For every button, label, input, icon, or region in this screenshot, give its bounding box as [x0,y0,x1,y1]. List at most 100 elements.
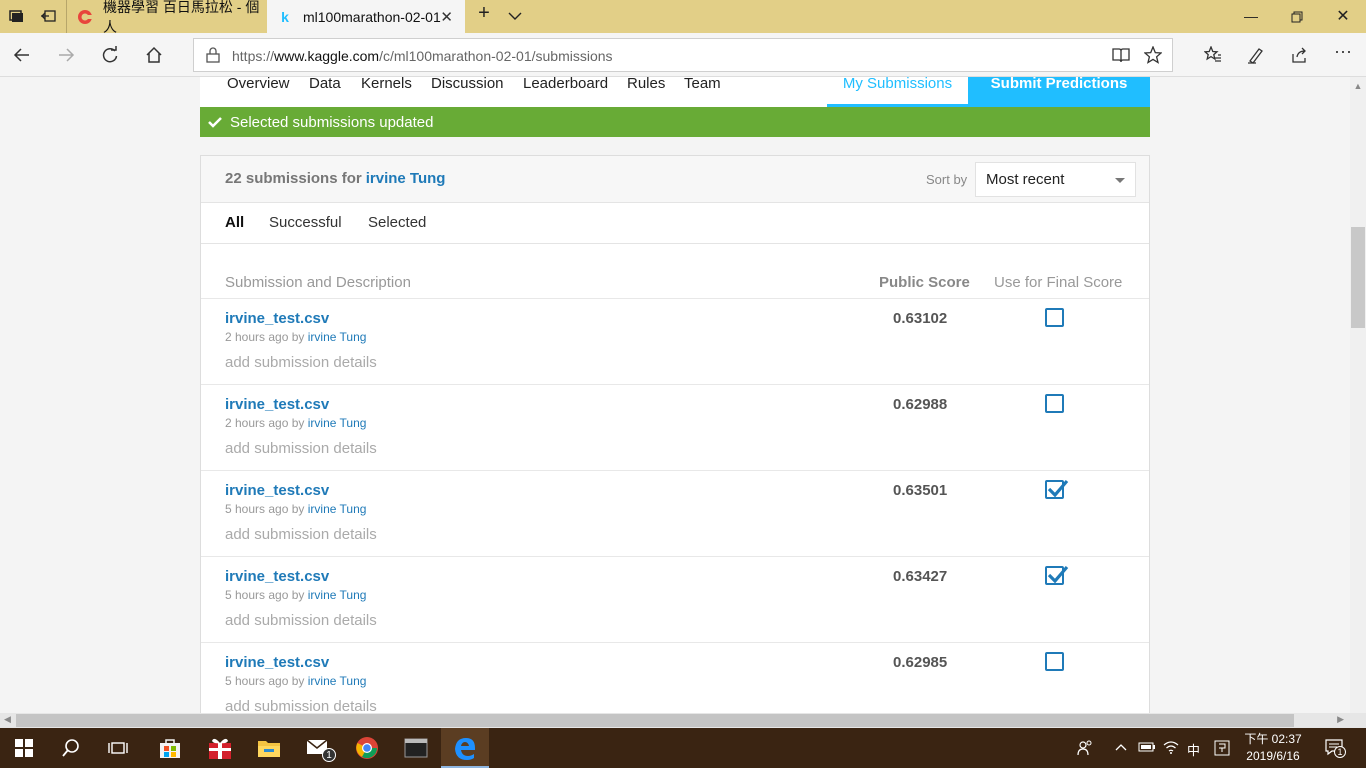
tab-my-submissions[interactable]: My Submissions [827,77,968,107]
close-tab-icon[interactable]: ✕ [440,8,453,26]
mail-badge: 1 [322,748,336,762]
submission-row: irvine_test.csv 2 hours ago by irvine Tun… [201,299,1149,385]
col-public-score[interactable]: Public Score [879,274,970,291]
public-score: 0.63102 [893,310,948,327]
tab-label: 機器學習 百日馬拉松 - 個人 [103,0,260,35]
people-icon[interactable] [1077,740,1093,759]
mail-icon[interactable]: 1 [306,736,336,762]
more-options-icon[interactable]: ··· [1331,42,1355,67]
submission-meta: 2 hours ago by irvine Tung [225,330,367,344]
submission-file-link[interactable]: irvine_test.csv [225,654,329,671]
terminal-icon[interactable] [404,736,428,760]
reading-view-icon[interactable] [1112,46,1130,64]
restore-icon[interactable] [1274,0,1320,33]
nav-discussion[interactable]: Discussion [431,77,504,91]
submission-file-link[interactable]: irvine_test.csv [225,310,329,327]
tray-chevron-up-icon[interactable] [1114,740,1128,757]
table-header: Submission and Description Public Score … [201,244,1149,299]
author-link[interactable]: irvine Tung [308,502,367,516]
submission-file-link[interactable]: irvine_test.csv [225,396,329,413]
browser-title-bar: 機器學習 百日馬拉松 - 個人 k ml100marathon-02-01 ✕ … [0,0,1366,35]
filter-all[interactable]: All [225,214,244,231]
add-details-link[interactable]: add submission details [225,698,377,713]
lock-icon [206,47,220,63]
user-link[interactable]: irvine Tung [366,170,446,187]
scroll-right-icon[interactable]: ▶ [1337,714,1344,725]
sort-select[interactable]: Most recent [975,162,1136,197]
author-link[interactable]: irvine Tung [308,674,367,688]
submit-predictions-button[interactable]: Submit Predictions [968,77,1150,107]
horizontal-scrollbar[interactable]: ◀ ▶ [0,713,1366,728]
new-tab-icon[interactable]: + [474,3,494,27]
submission-file-link[interactable]: irvine_test.csv [225,482,329,499]
tab-actions-icon[interactable] [8,8,24,24]
task-view-icon[interactable] [108,736,132,760]
final-score-checkbox[interactable] [1045,652,1064,671]
wifi-icon[interactable] [1163,740,1179,757]
nav-leaderboard[interactable]: Leaderboard [523,77,608,91]
success-banner: Selected submissions updated [200,107,1150,137]
search-icon[interactable] [61,736,85,760]
battery-icon[interactable] [1138,740,1156,757]
web-note-icon[interactable] [1244,43,1268,67]
store-icon[interactable] [158,736,182,760]
submission-file-link[interactable]: irvine_test.csv [225,568,329,585]
filter-selected[interactable]: Selected [368,214,426,231]
set-aside-tabs-icon[interactable] [40,8,56,24]
author-link[interactable]: irvine Tung [308,588,367,602]
url-field[interactable]: https://www.kaggle.com/c/ml100marathon-0… [193,38,1173,72]
nav-rules[interactable]: Rules [627,77,665,91]
windows-start-icon[interactable] [14,736,38,760]
nav-data[interactable]: Data [309,77,341,91]
add-details-link[interactable]: add submission details [225,612,377,629]
gift-app-icon[interactable] [208,736,232,760]
author-link[interactable]: irvine Tung [308,416,367,430]
vertical-scrollbar[interactable]: ▲ [1350,77,1366,713]
nav-team[interactable]: Team [684,77,721,91]
favorites-hub-icon[interactable] [1201,43,1225,67]
clock-date: 2019/6/16 [1246,749,1300,763]
home-icon[interactable] [142,43,166,67]
tab-preview-chevron-icon[interactable] [507,8,523,24]
public-score: 0.63501 [893,482,948,499]
file-explorer-icon[interactable] [257,736,281,760]
tab-kaggle[interactable]: k ml100marathon-02-01 ✕ [267,0,465,33]
refresh-icon[interactable] [98,43,122,67]
submission-filters: All Successful Selected [201,203,1149,244]
submission-meta: 2 hours ago by irvine Tung [225,416,367,430]
nav-kernels[interactable]: Kernels [361,77,412,91]
minimize-icon[interactable]: — [1228,0,1274,33]
submission-row: irvine_test.csv 5 hours ago by irvine Tun… [201,471,1149,557]
filter-successful[interactable]: Successful [269,214,342,231]
notification-badge: 1 [1334,746,1346,758]
submission-meta: 5 hours ago by irvine Tung [225,502,367,516]
tab-cupoy[interactable]: 機器學習 百日馬拉松 - 個人 [66,0,266,35]
final-score-checkbox[interactable] [1045,479,1069,499]
scrollbar-thumb[interactable] [1351,227,1365,328]
scrollbar-thumb[interactable] [16,714,1294,727]
action-center-icon[interactable]: 1 [1325,738,1346,759]
final-score-checkbox[interactable] [1045,394,1064,413]
share-icon[interactable] [1287,43,1311,67]
add-details-link[interactable]: add submission details [225,526,377,543]
favorite-star-icon[interactable] [1143,45,1163,64]
close-window-icon[interactable]: ✕ [1320,0,1366,33]
edge-icon[interactable] [441,728,489,768]
final-score-checkbox[interactable] [1045,308,1064,327]
chrome-icon[interactable] [355,736,379,760]
final-score-checkbox[interactable] [1045,565,1069,585]
forward-icon[interactable] [54,43,78,67]
page-content: Overview Data Kernels Discussion Leaderb… [0,77,1350,713]
windows-taskbar: 1 中 下午 02:37 2019/6/16 1 [0,728,1366,768]
ime-indicator[interactable]: 中 [1187,740,1200,759]
add-details-link[interactable]: add submission details [225,354,377,371]
ime-mode-icon[interactable] [1214,740,1230,759]
nav-overview[interactable]: Overview [227,77,290,91]
back-icon[interactable] [10,43,34,67]
clock[interactable]: 下午 02:37 2019/6/16 [1238,731,1308,765]
clock-time: 下午 02:37 [1244,732,1302,746]
scroll-up-icon[interactable]: ▲ [1350,81,1366,91]
scroll-left-icon[interactable]: ◀ [4,714,11,725]
author-link[interactable]: irvine Tung [308,330,367,344]
add-details-link[interactable]: add submission details [225,440,377,457]
